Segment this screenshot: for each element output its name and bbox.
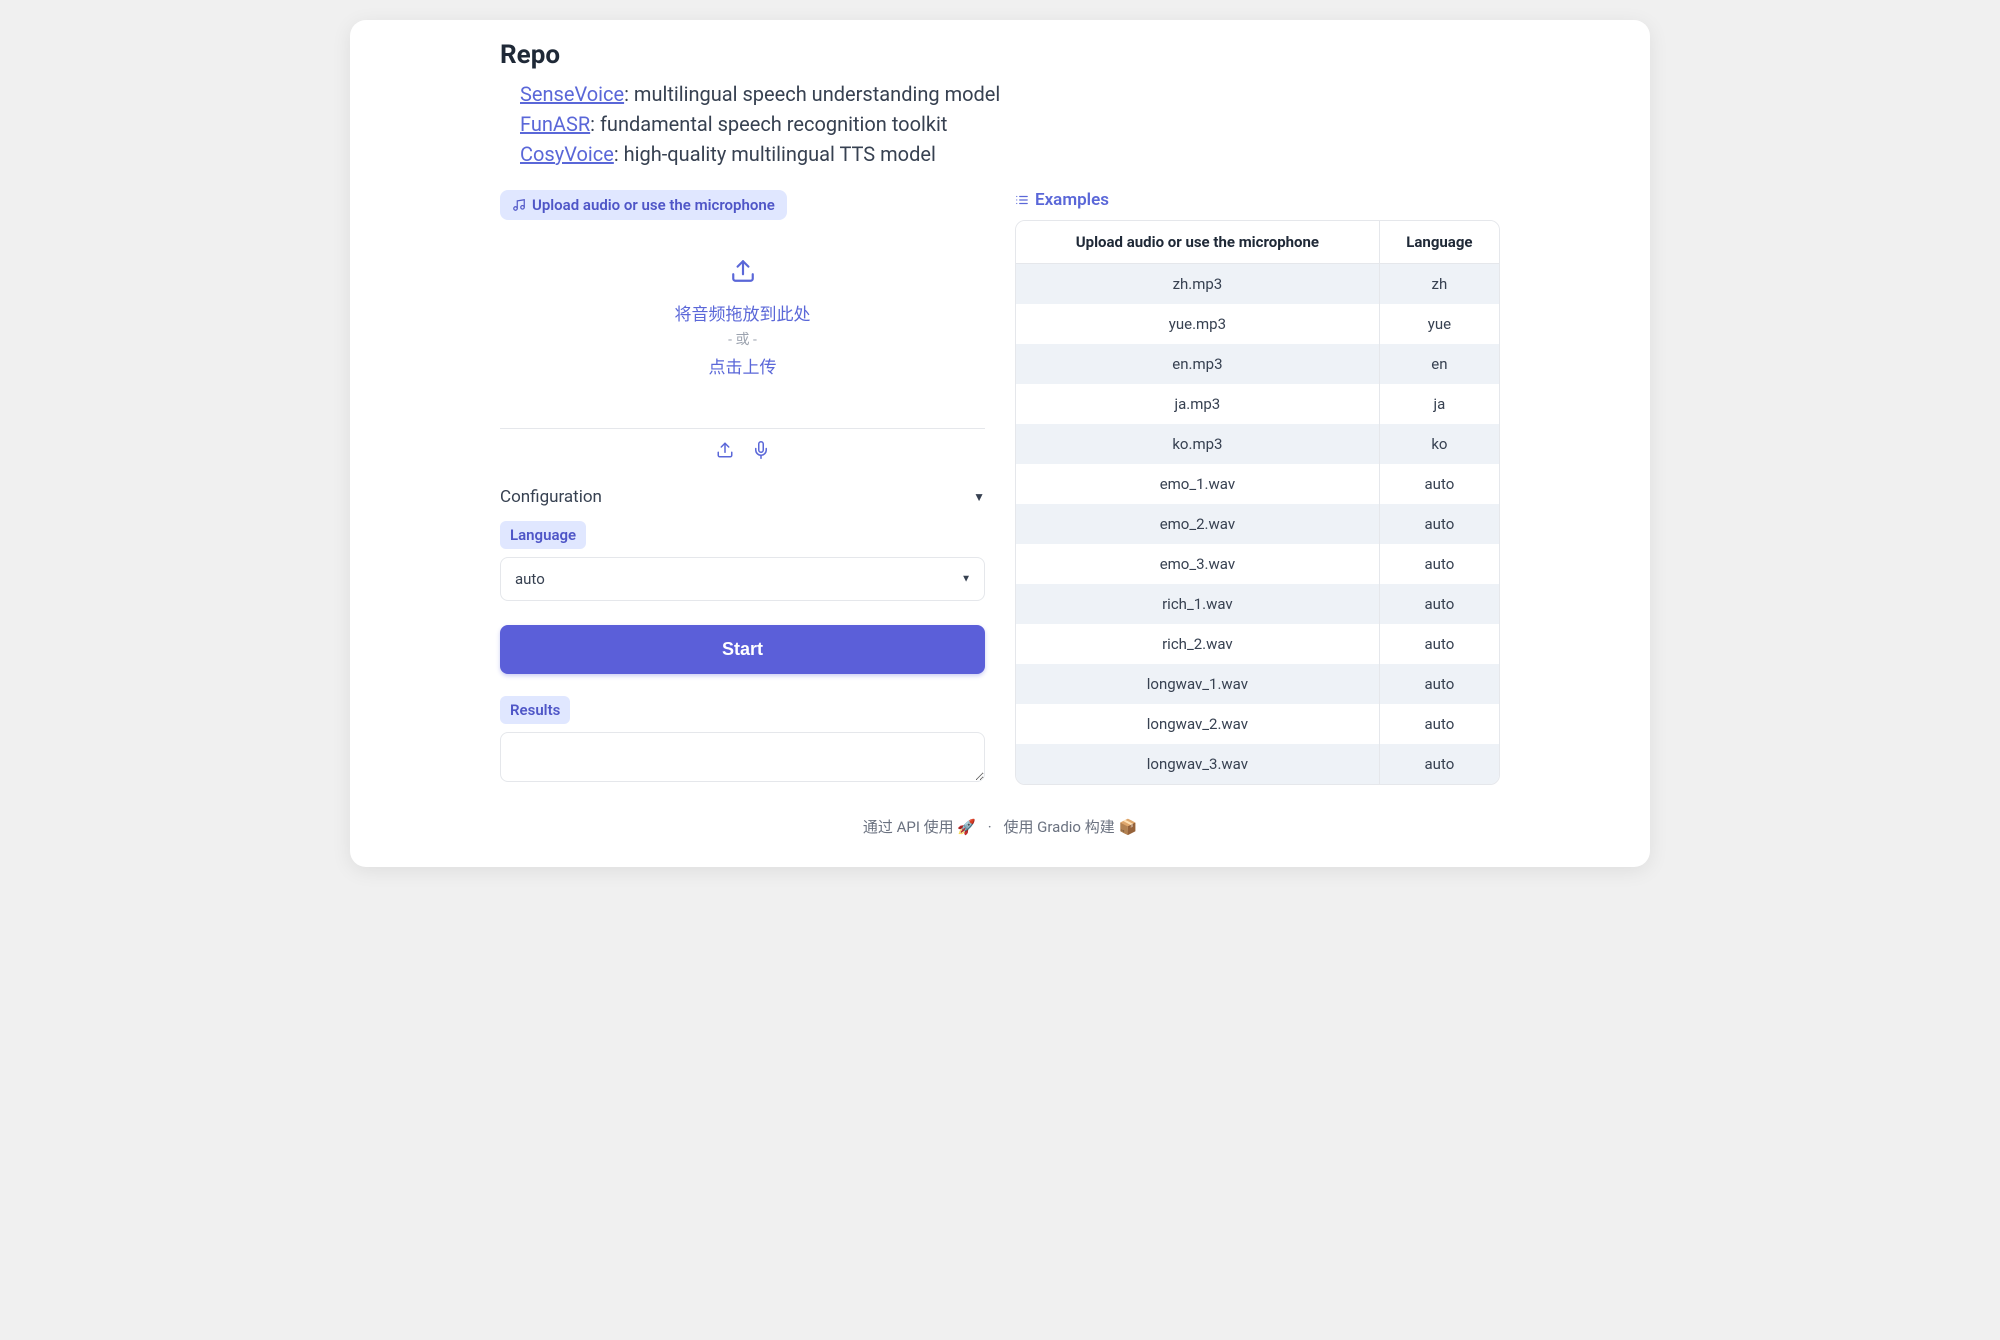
example-lang-cell: yue bbox=[1379, 304, 1499, 344]
example-lang-cell: auto bbox=[1379, 584, 1499, 624]
example-lang-cell: ko bbox=[1379, 424, 1499, 464]
rocket-icon: 🚀 bbox=[957, 818, 976, 836]
upload-or-text: - 或 - bbox=[510, 329, 975, 349]
examples-header: Examples bbox=[1015, 190, 1500, 210]
example-file-cell: longwav_1.wav bbox=[1016, 664, 1379, 704]
table-row[interactable]: emo_1.wavauto bbox=[1016, 464, 1499, 504]
example-file-cell: emo_3.wav bbox=[1016, 544, 1379, 584]
results-label: Results bbox=[500, 696, 570, 724]
example-lang-cell: auto bbox=[1379, 504, 1499, 544]
repo-item-cosyvoice: CosyVoice: high-quality multilingual TTS… bbox=[520, 142, 1500, 166]
upload-badge: Upload audio or use the microphone bbox=[500, 190, 787, 220]
language-select-wrap: auto ▼ bbox=[500, 557, 985, 601]
example-file-cell: emo_1.wav bbox=[1016, 464, 1379, 504]
table-row[interactable]: emo_3.wavauto bbox=[1016, 544, 1499, 584]
microphone-icon[interactable] bbox=[752, 441, 770, 463]
example-lang-cell: auto bbox=[1379, 544, 1499, 584]
configuration-header[interactable]: Configuration ▼ bbox=[500, 487, 985, 507]
example-lang-cell: ja bbox=[1379, 384, 1499, 424]
language-select[interactable]: auto bbox=[500, 557, 985, 601]
table-row[interactable]: zh.mp3zh bbox=[1016, 264, 1499, 304]
example-lang-cell: auto bbox=[1379, 704, 1499, 744]
repo-item-sensevoice: SenseVoice: multilingual speech understa… bbox=[520, 82, 1500, 106]
upload-drop-text: 将音频拖放到此处 bbox=[510, 300, 975, 325]
audio-controls bbox=[500, 441, 985, 463]
examples-table: Upload audio or use the microphone Langu… bbox=[1015, 220, 1500, 785]
examples-col-file: Upload audio or use the microphone bbox=[1016, 221, 1379, 264]
example-file-cell: rich_1.wav bbox=[1016, 584, 1379, 624]
example-file-cell: yue.mp3 bbox=[1016, 304, 1379, 344]
example-file-cell: rich_2.wav bbox=[1016, 624, 1379, 664]
footer-gradio-link[interactable]: 使用 Gradio 构建 📦 bbox=[1003, 818, 1137, 836]
example-file-cell: longwav_3.wav bbox=[1016, 744, 1379, 784]
example-file-cell: emo_2.wav bbox=[1016, 504, 1379, 544]
examples-header-row: Upload audio or use the microphone Langu… bbox=[1016, 221, 1499, 264]
configuration-title: Configuration bbox=[500, 487, 602, 507]
footer-separator: · bbox=[988, 818, 992, 836]
right-column: Examples Upload audio or use the microph… bbox=[1015, 190, 1500, 786]
example-file-cell: longwav_2.wav bbox=[1016, 704, 1379, 744]
upload-dropzone[interactable]: 将音频拖放到此处 - 或 - 点击上传 bbox=[500, 228, 985, 398]
table-row[interactable]: longwav_1.wavauto bbox=[1016, 664, 1499, 704]
table-row[interactable]: rich_2.wavauto bbox=[1016, 624, 1499, 664]
example-file-cell: en.mp3 bbox=[1016, 344, 1379, 384]
repo-desc: : multilingual speech understanding mode… bbox=[624, 82, 1000, 106]
repo-link-sensevoice[interactable]: SenseVoice bbox=[520, 82, 624, 106]
upload-badge-text: Upload audio or use the microphone bbox=[532, 196, 775, 214]
examples-col-lang: Language bbox=[1379, 221, 1499, 264]
example-lang-cell: auto bbox=[1379, 744, 1499, 784]
upload-icon bbox=[510, 258, 975, 288]
repo-heading: Repo bbox=[500, 40, 1500, 70]
audio-divider bbox=[500, 428, 985, 429]
table-row[interactable]: rich_1.wavauto bbox=[1016, 584, 1499, 624]
upload-small-icon[interactable] bbox=[716, 441, 734, 463]
table-row[interactable]: yue.mp3yue bbox=[1016, 304, 1499, 344]
example-lang-cell: en bbox=[1379, 344, 1499, 384]
example-lang-cell: zh bbox=[1379, 264, 1499, 304]
table-row[interactable]: en.mp3en bbox=[1016, 344, 1499, 384]
list-icon bbox=[1015, 193, 1029, 207]
repo-list: SenseVoice: multilingual speech understa… bbox=[500, 82, 1500, 166]
upload-click-text: 点击上传 bbox=[510, 353, 975, 378]
example-lang-cell: auto bbox=[1379, 464, 1499, 504]
main-grid: Upload audio or use the microphone 将音频拖放… bbox=[500, 190, 1500, 786]
table-row[interactable]: ja.mp3ja bbox=[1016, 384, 1499, 424]
example-file-cell: zh.mp3 bbox=[1016, 264, 1379, 304]
footer: 通过 API 使用 🚀 · 使用 Gradio 构建 📦 bbox=[500, 816, 1500, 837]
left-column: Upload audio or use the microphone 将音频拖放… bbox=[500, 190, 985, 786]
repo-item-funasr: FunASR: fundamental speech recognition t… bbox=[520, 112, 1500, 136]
gradio-icon: 📦 bbox=[1118, 818, 1137, 836]
example-file-cell: ja.mp3 bbox=[1016, 384, 1379, 424]
example-file-cell: ko.mp3 bbox=[1016, 424, 1379, 464]
example-lang-cell: auto bbox=[1379, 664, 1499, 704]
repo-desc: : high-quality multilingual TTS model bbox=[614, 142, 936, 166]
example-lang-cell: auto bbox=[1379, 624, 1499, 664]
table-row[interactable]: longwav_2.wavauto bbox=[1016, 704, 1499, 744]
repo-desc: : fundamental speech recognition toolkit bbox=[590, 112, 947, 136]
chevron-down-icon: ▼ bbox=[973, 490, 985, 504]
repo-link-cosyvoice[interactable]: CosyVoice bbox=[520, 142, 614, 166]
start-button[interactable]: Start bbox=[500, 625, 985, 674]
language-label: Language bbox=[500, 521, 586, 549]
repo-link-funasr[interactable]: FunASR bbox=[520, 112, 590, 136]
app-card: Repo SenseVoice: multilingual speech und… bbox=[350, 20, 1650, 867]
results-textarea[interactable] bbox=[500, 732, 985, 782]
content: Repo SenseVoice: multilingual speech und… bbox=[500, 40, 1500, 837]
music-icon bbox=[512, 198, 526, 212]
table-row[interactable]: emo_2.wavauto bbox=[1016, 504, 1499, 544]
footer-api-link[interactable]: 通过 API 使用 🚀 bbox=[863, 818, 980, 836]
table-row[interactable]: ko.mp3ko bbox=[1016, 424, 1499, 464]
table-row[interactable]: longwav_3.wavauto bbox=[1016, 744, 1499, 784]
examples-title: Examples bbox=[1035, 190, 1109, 210]
